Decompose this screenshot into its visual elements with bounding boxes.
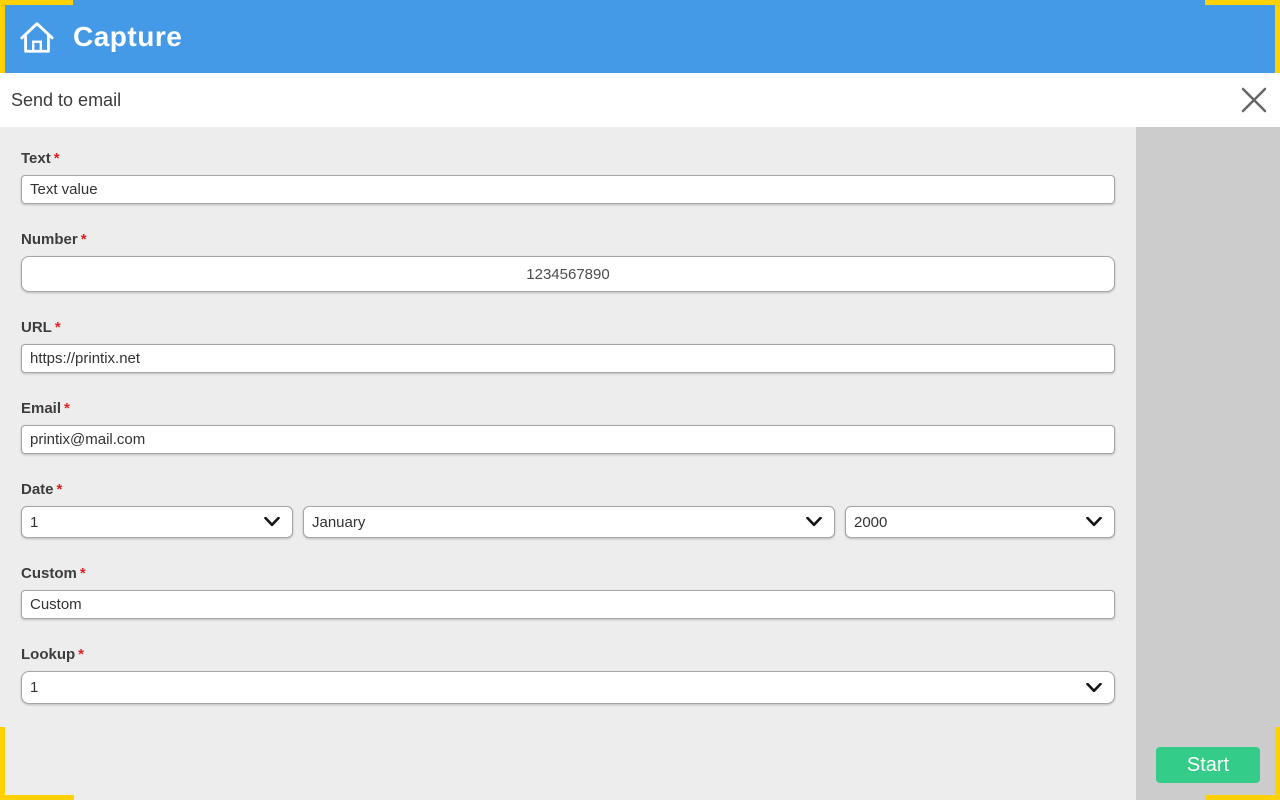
field-url: URL *: [21, 320, 1115, 373]
field-label-text: Text: [21, 150, 51, 167]
dialog-content: Text* Number* URL* Email*: [0, 127, 1280, 800]
date-month-select[interactable]: January: [303, 506, 835, 538]
field-custom: Custom *: [21, 566, 1115, 619]
field-date-label: Date *: [21, 482, 1115, 498]
dialog-titlebar: Send to email: [0, 73, 1280, 127]
close-icon: [1241, 87, 1267, 113]
side-panel: Start: [1136, 127, 1280, 800]
required-asterisk: *: [79, 565, 86, 582]
chevron-down-icon: [264, 517, 280, 527]
date-day-value: 1: [30, 513, 39, 531]
lookup-select[interactable]: 1: [21, 671, 1115, 704]
field-lookup: Lookup * 1: [21, 647, 1115, 704]
field-custom-label: Custom *: [21, 566, 1115, 582]
field-email-label: Email *: [21, 401, 1115, 417]
date-row: 1 January 2000: [21, 506, 1115, 538]
field-number-label: Number *: [21, 232, 1115, 248]
date-year-value: 2000: [854, 513, 888, 531]
field-date: Date * 1 January 2000: [21, 482, 1115, 538]
close-button[interactable]: [1240, 86, 1268, 114]
required-asterisk: *: [78, 646, 84, 663]
required-asterisk: *: [80, 231, 87, 248]
chevron-down-icon: [1086, 517, 1102, 527]
email-input[interactable]: [21, 425, 1115, 454]
date-day-select[interactable]: 1: [21, 506, 293, 538]
lookup-value: 1: [30, 679, 39, 696]
field-label-text: Number: [21, 231, 78, 248]
text-input[interactable]: [21, 175, 1115, 204]
start-button[interactable]: Start: [1156, 747, 1260, 783]
date-year-select[interactable]: 2000: [845, 506, 1115, 538]
field-label-text: URL: [21, 319, 52, 336]
url-input[interactable]: [21, 344, 1115, 373]
field-text: Text *: [21, 151, 1115, 204]
field-text-label: Text *: [21, 151, 1115, 167]
field-label-text: Date: [21, 481, 54, 498]
custom-input[interactable]: [21, 590, 1115, 619]
field-label-text: Lookup: [21, 646, 76, 663]
date-month-value: January: [312, 513, 366, 531]
required-asterisk: *: [56, 481, 63, 498]
app-title: Capture: [73, 20, 183, 52]
field-number: Number *: [21, 232, 1115, 292]
field-email: Email *: [21, 401, 1115, 454]
number-input[interactable]: [21, 256, 1115, 292]
required-asterisk: *: [53, 150, 60, 167]
field-label-text: Email: [21, 400, 62, 417]
form-panel: Text* Number* URL* Email*: [0, 127, 1136, 800]
field-url-label: URL *: [21, 320, 1115, 336]
app-header: Capture: [0, 0, 1280, 73]
home-icon[interactable]: [18, 18, 56, 56]
capture-window: Capture Send to email Text* Number*: [0, 0, 1280, 800]
chevron-down-icon: [806, 517, 822, 527]
chevron-down-icon: [1086, 682, 1102, 692]
dialog-title: Send to email: [11, 89, 122, 110]
required-asterisk: *: [54, 319, 61, 336]
required-asterisk: *: [64, 400, 70, 417]
field-label-text: Custom: [21, 565, 77, 582]
field-lookup-label: Lookup *: [21, 647, 1115, 663]
